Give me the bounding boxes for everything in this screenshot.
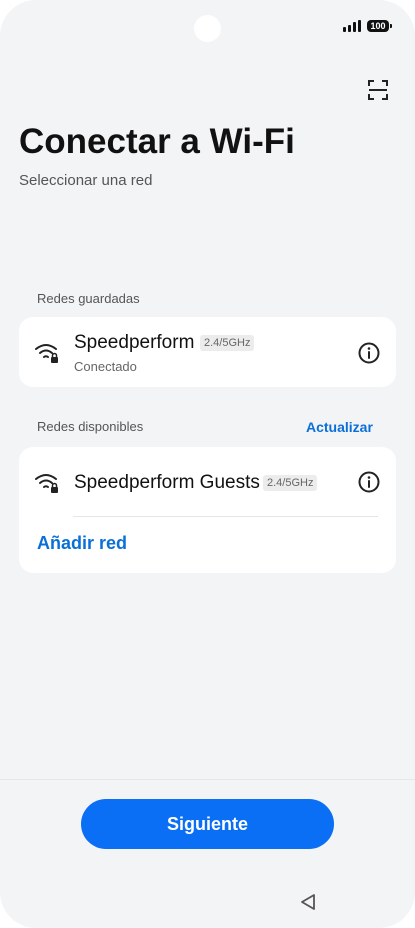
- saved-network-card[interactable]: Speedperform 2.4/5GHz Conectado: [19, 317, 396, 387]
- connection-status: Conectado: [74, 359, 137, 374]
- page-title: Conectar a Wi-Fi: [19, 122, 295, 161]
- network-name: Speedperform: [74, 332, 195, 353]
- refresh-button[interactable]: Actualizar: [306, 419, 373, 435]
- footer-divider: [0, 779, 415, 780]
- battery-icon: 100: [367, 20, 392, 32]
- phone-screen: 100 Conectar a Wi-Fi Seleccionar una red…: [0, 0, 415, 928]
- wifi-locked-icon: [35, 344, 58, 363]
- page-subtitle: Seleccionar una red: [19, 172, 153, 189]
- available-networks-card: Speedperform Guests 2.4/5GHz Añadir red: [19, 447, 396, 573]
- network-name: Speedperform Guests: [74, 472, 260, 493]
- add-network-button[interactable]: Añadir red: [37, 533, 127, 554]
- info-icon[interactable]: [357, 470, 381, 494]
- band-badge: 2.4/5GHz: [200, 335, 255, 351]
- wifi-locked-icon: [35, 474, 58, 493]
- qr-scan-icon[interactable]: [366, 78, 390, 102]
- available-networks-label: Redes disponibles: [37, 419, 144, 434]
- divider: [73, 516, 378, 517]
- band-badge: 2.4/5GHz: [263, 475, 318, 491]
- back-triangle-icon[interactable]: [299, 892, 317, 912]
- camera-cutout: [194, 15, 221, 42]
- signal-icon: [343, 20, 361, 32]
- saved-networks-label: Redes guardadas: [37, 291, 140, 306]
- info-icon[interactable]: [357, 341, 381, 365]
- list-item[interactable]: Speedperform Guests 2.4/5GHz: [19, 447, 396, 516]
- next-button[interactable]: Siguiente: [81, 799, 334, 849]
- status-bar: 100: [343, 20, 392, 32]
